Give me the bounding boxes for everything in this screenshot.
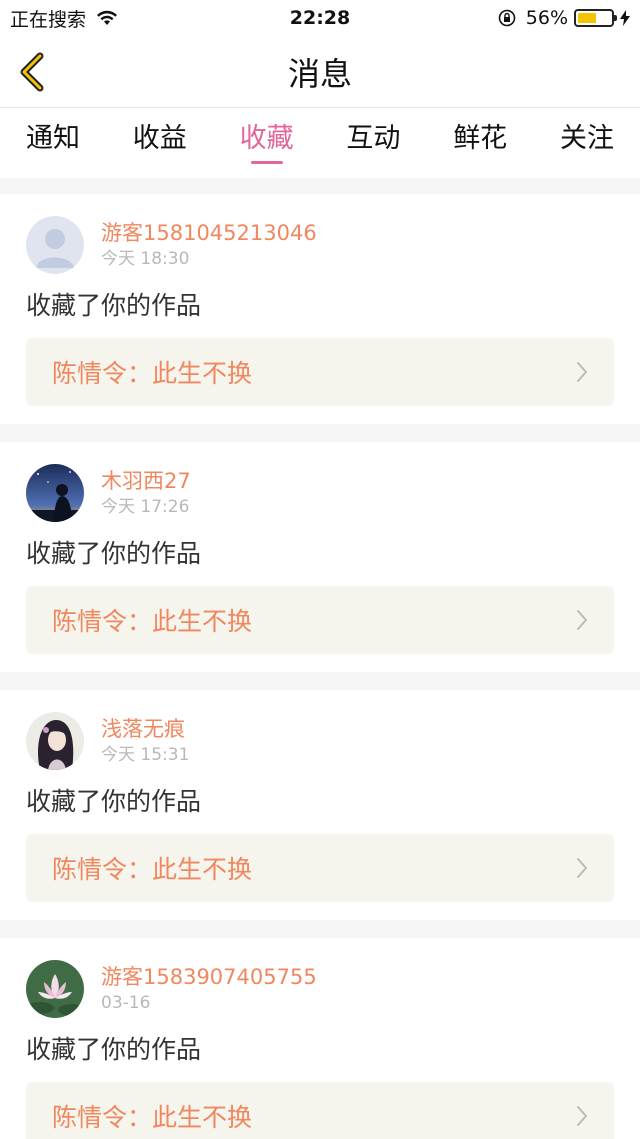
timestamp: 今天 15:31 (101, 745, 190, 765)
message-card: 游客1581045213046 今天 18:30 收藏了你的作品 陈情令：此生不… (0, 194, 640, 424)
avatar[interactable] (26, 960, 84, 1018)
chevron-right-icon (577, 1106, 587, 1126)
username[interactable]: 游客1583907405755 (101, 963, 317, 991)
message-card: 游客1583907405755 03-16 收藏了你的作品 陈情令：此生不换 (0, 938, 640, 1139)
timestamp: 今天 17:26 (101, 497, 190, 517)
work-link[interactable]: 陈情令：此生不换 (26, 338, 614, 406)
message-meta: 木羽西27 今天 17:26 (101, 467, 191, 519)
message-header: 木羽西27 今天 17:26 (26, 464, 614, 522)
carrier-text: 正在搜索 (10, 8, 87, 31)
work-title: 陈情令：此生不换 (52, 1103, 253, 1132)
tab-earnings[interactable]: 收益 (133, 116, 187, 168)
message-meta: 游客1581045213046 今天 18:30 (101, 219, 317, 271)
status-bar: 正在搜索 22:28 56% (0, 0, 640, 36)
message-list: 游客1581045213046 今天 18:30 收藏了你的作品 陈情令：此生不… (0, 178, 640, 1139)
wifi-icon (97, 10, 118, 25)
action-text: 收藏了你的作品 (26, 291, 202, 320)
chevron-right-icon (577, 858, 587, 878)
chevron-left-icon (20, 52, 44, 92)
charging-bolt-icon (620, 10, 630, 26)
message-header: 游客1581045213046 今天 18:30 (26, 216, 614, 274)
chevron-right-icon (577, 362, 587, 382)
action-text: 收藏了你的作品 (26, 539, 202, 568)
battery-level (578, 13, 596, 23)
work-title: 陈情令：此生不换 (52, 359, 253, 388)
tab-favorites[interactable]: 收藏 (240, 116, 294, 168)
work-link[interactable]: 陈情令：此生不换 (26, 834, 614, 902)
message-card: 浅落无痕 今天 15:31 收藏了你的作品 陈情令：此生不换 (0, 690, 640, 920)
status-right: 56% (498, 7, 630, 29)
avatar[interactable] (26, 464, 84, 522)
work-title: 陈情令：此生不换 (52, 855, 253, 884)
tab-label: 收益 (132, 123, 187, 154)
message-header: 游客1583907405755 03-16 (26, 960, 614, 1018)
battery-percent: 56% (525, 7, 568, 29)
work-link[interactable]: 陈情令：此生不换 (26, 1082, 614, 1139)
work-link[interactable]: 陈情令：此生不换 (26, 586, 614, 654)
work-title: 陈情令：此生不换 (52, 607, 253, 636)
tab-label: 通知 (26, 123, 80, 154)
tab-label: 鲜花 (453, 123, 508, 154)
message-card: 木羽西27 今天 17:26 收藏了你的作品 陈情令：此生不换 (0, 442, 640, 672)
tab-follows[interactable]: 关注 (560, 116, 614, 168)
username[interactable]: 游客1581045213046 (101, 219, 317, 247)
nav-bar: 消息 (0, 36, 640, 108)
tab-label: 互动 (346, 123, 401, 154)
anime-girl-avatar-icon (26, 712, 84, 770)
username[interactable]: 木羽西27 (101, 467, 191, 495)
lotus-avatar-icon (26, 960, 84, 1018)
tab-bar: 通知 收益 收藏 互动 鲜花 关注 (0, 108, 640, 178)
tab-interactions[interactable]: 互动 (346, 116, 400, 168)
tab-flowers[interactable]: 鲜花 (453, 116, 507, 168)
orientation-lock-icon (498, 9, 516, 27)
message-header: 浅落无痕 今天 15:31 (26, 712, 614, 770)
avatar[interactable] (26, 216, 84, 274)
message-meta: 游客1583907405755 03-16 (101, 963, 317, 1015)
chevron-right-icon (577, 610, 587, 630)
action-text: 收藏了你的作品 (26, 787, 202, 816)
tab-label: 关注 (559, 123, 614, 154)
action-text: 收藏了你的作品 (26, 1035, 202, 1064)
tab-notifications[interactable]: 通知 (26, 116, 80, 168)
timestamp: 今天 18:30 (101, 249, 190, 269)
message-meta: 浅落无痕 今天 15:31 (101, 715, 189, 767)
active-tab-indicator (250, 161, 283, 164)
username[interactable]: 浅落无痕 (101, 715, 189, 743)
timestamp: 03-16 (101, 993, 151, 1013)
page-title: 消息 (287, 54, 352, 93)
tab-label: 收藏 (239, 123, 294, 154)
default-avatar-icon (26, 216, 84, 274)
battery-icon (574, 9, 617, 27)
status-left: 正在搜索 (10, 5, 118, 32)
avatar[interactable] (26, 712, 84, 770)
back-button[interactable] (14, 52, 50, 92)
night-silhouette-avatar-icon (26, 464, 84, 522)
